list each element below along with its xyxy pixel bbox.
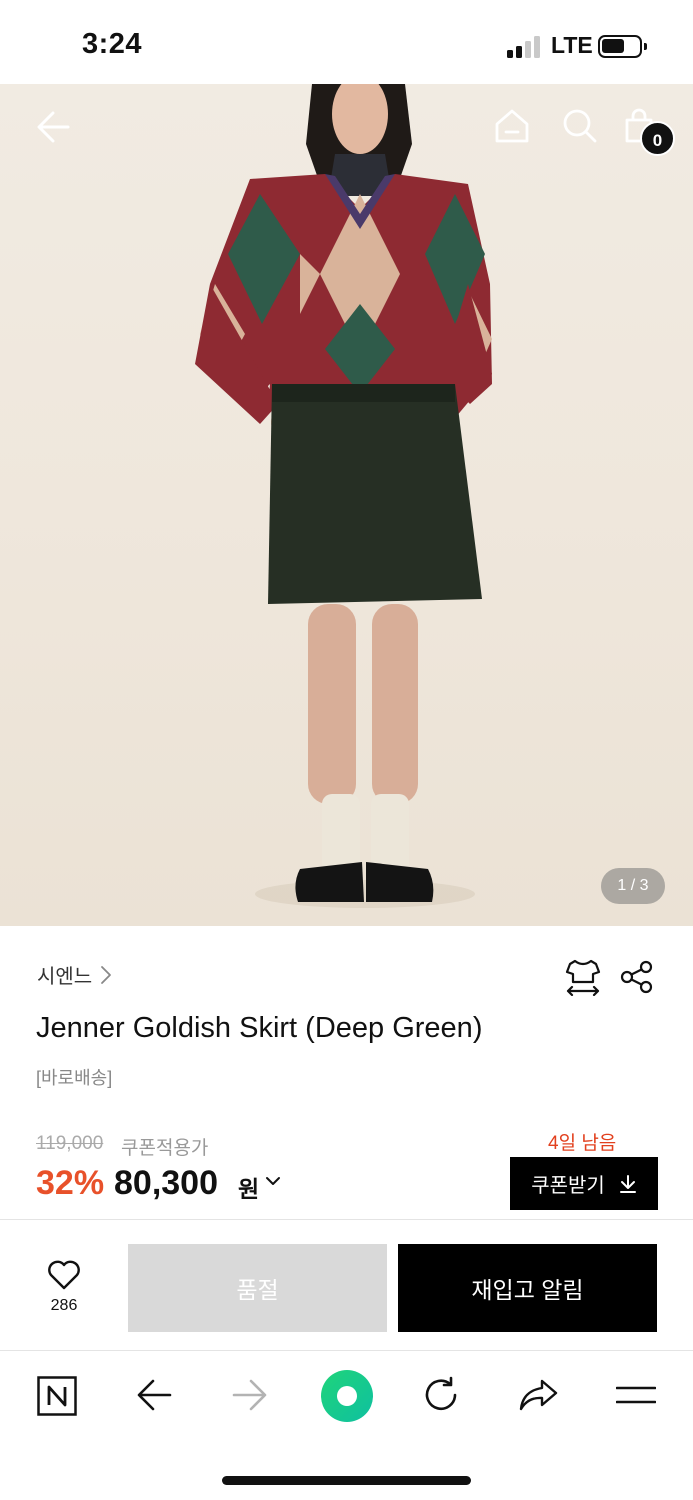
search-icon[interactable] (562, 108, 598, 144)
gallery-pager: 1 / 3 (601, 868, 665, 904)
home-icon[interactable] (494, 108, 530, 144)
restock-alert-button[interactable]: 재입고 알림 (398, 1244, 657, 1332)
menu-icon[interactable] (616, 1382, 656, 1408)
get-coupon-label: 쿠폰받기 (531, 1175, 605, 1197)
currency-label: 원 (238, 1176, 260, 1202)
home-indicator (222, 1476, 471, 1485)
status-time: 3:24 (82, 28, 143, 60)
green-dot-icon[interactable] (320, 1369, 374, 1423)
chevron-right-icon (101, 965, 112, 984)
back-arrow-icon[interactable] (36, 110, 70, 144)
download-icon (619, 1174, 636, 1193)
like-count: 286 (50, 1297, 78, 1314)
soldout-button[interactable]: 품절 (128, 1244, 387, 1332)
size-guide-icon[interactable] (565, 958, 601, 996)
delivery-tag: [바로배송] (36, 1068, 113, 1088)
brand-link[interactable]: 시엔느 (37, 960, 112, 989)
divider (0, 1219, 693, 1220)
days-left-label: 4일 남음 (548, 1133, 617, 1154)
original-price: 119,000 (36, 1133, 104, 1154)
refresh-icon[interactable] (422, 1376, 460, 1414)
like-button[interactable]: 286 (36, 1260, 92, 1315)
browser-share-icon[interactable] (518, 1378, 558, 1412)
signal-icon (507, 36, 543, 58)
browser-back-icon[interactable] (136, 1378, 172, 1412)
model-photo (195, 84, 492, 908)
brand-name: 시엔느 (37, 966, 93, 988)
sale-price: 80,300 (114, 1164, 218, 1202)
product-image[interactable] (0, 84, 693, 926)
share-icon[interactable] (620, 960, 654, 994)
get-coupon-button[interactable]: 쿠폰받기 (510, 1157, 658, 1210)
status-bar: 3:24 LTE (0, 0, 693, 84)
heart-icon (48, 1260, 80, 1290)
naver-icon[interactable] (37, 1376, 77, 1416)
product-title: Jenner Goldish Skirt (Deep Green) (36, 1012, 483, 1044)
battery-icon (598, 35, 647, 58)
discount-rate: 32% (36, 1164, 105, 1202)
chevron-down-icon[interactable] (264, 1174, 282, 1188)
network-label: LTE (551, 32, 593, 58)
browser-forward-icon[interactable] (232, 1378, 268, 1412)
cart-count-badge[interactable]: 0 (640, 121, 675, 156)
coupon-price-label: 쿠폰적용가 (121, 1138, 209, 1159)
